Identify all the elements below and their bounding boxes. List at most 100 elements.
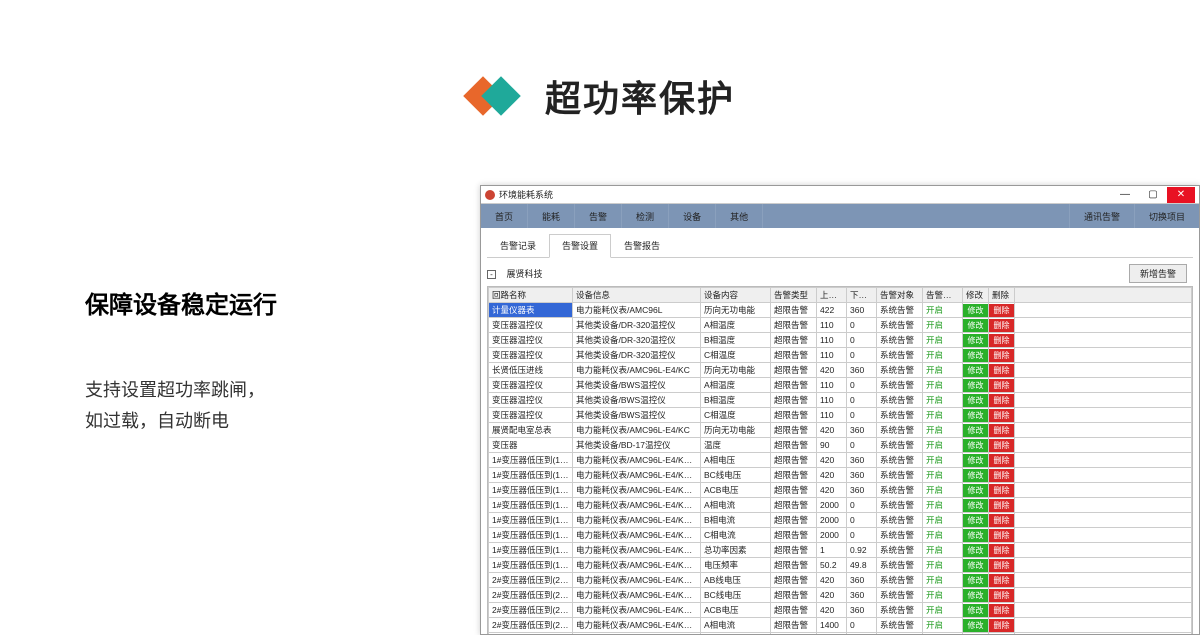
edit-button[interactable]: 修改 bbox=[963, 544, 988, 557]
edit-button[interactable]: 修改 bbox=[963, 319, 988, 332]
edit-button[interactable]: 修改 bbox=[963, 514, 988, 527]
table-row[interactable]: 1#变压器低压到(1AA1)电力能耗仪表/AMC96L-E4/KC贯惠率A相电流… bbox=[489, 498, 1192, 513]
cell: 系统告警 bbox=[877, 558, 923, 573]
delete-button[interactable]: 删除 bbox=[989, 349, 1014, 362]
toolbar-btn-3[interactable]: 检测 bbox=[622, 204, 669, 228]
edit-button[interactable]: 修改 bbox=[963, 394, 988, 407]
table-row[interactable]: 变压器温控仪其他类设备/BWS温控仪C相温度超限告警1100系统告警开启修改删除 bbox=[489, 408, 1192, 423]
cell: 360 bbox=[847, 453, 877, 468]
col-header-5[interactable]: 下限值 bbox=[847, 288, 877, 303]
delete-button[interactable]: 删除 bbox=[989, 334, 1014, 347]
edit-button[interactable]: 修改 bbox=[963, 349, 988, 362]
delete-button[interactable]: 删除 bbox=[989, 559, 1014, 572]
delete-button[interactable]: 删除 bbox=[989, 574, 1014, 587]
table-row[interactable]: 计量仪器表电力能耗仪表/AMC96L历向无功电能超限告警422360系统告警开启… bbox=[489, 303, 1192, 318]
table-row[interactable]: 1#变压器低压到(1AA1)电力能耗仪表/AMC96L-E4/KC贯惠率BC线电… bbox=[489, 468, 1192, 483]
tab-0[interactable]: 告警记录 bbox=[487, 234, 549, 257]
edit-button[interactable]: 修改 bbox=[963, 424, 988, 437]
delete-button[interactable]: 删除 bbox=[989, 484, 1014, 497]
toolbar-btn-4[interactable]: 设备 bbox=[669, 204, 716, 228]
edit-button[interactable]: 修改 bbox=[963, 529, 988, 542]
edit-button[interactable]: 修改 bbox=[963, 439, 988, 452]
edit-button[interactable]: 修改 bbox=[963, 604, 988, 617]
table-row[interactable]: 变压器温控仪其他类设备/BWS温控仪B相温度超限告警1100系统告警开启修改删除 bbox=[489, 393, 1192, 408]
col-header-1[interactable]: 设备信息 bbox=[573, 288, 701, 303]
delete-button[interactable]: 删除 bbox=[989, 304, 1014, 317]
edit-button[interactable]: 修改 bbox=[963, 619, 988, 632]
edit-button[interactable]: 修改 bbox=[963, 559, 988, 572]
edit-button[interactable]: 修改 bbox=[963, 304, 988, 317]
table-row[interactable]: 2#变压器低压到(2AA1)电力能耗仪表/AMC96L-E4/KC贯惠率A相电流… bbox=[489, 618, 1192, 633]
table-row[interactable]: 1#变压器低压到(1AA1)电力能耗仪表/AMC96L-E4/KC贯惠率电压频率… bbox=[489, 558, 1192, 573]
delete-button[interactable]: 删除 bbox=[989, 364, 1014, 377]
col-header-7[interactable]: 告警开启 bbox=[923, 288, 963, 303]
table-row[interactable]: 1#变压器低压到(1AA1)电力能耗仪表/AMC96L-E4/KC贯惠率B相电流… bbox=[489, 513, 1192, 528]
delete-button[interactable]: 删除 bbox=[989, 499, 1014, 512]
delete-button[interactable]: 删除 bbox=[989, 619, 1014, 632]
table-row[interactable]: 变压器其他类设备/BD-17温控仪温度超限告警900系统告警开启修改删除 bbox=[489, 438, 1192, 453]
table-row[interactable]: 1#变压器低压到(1AA1)电力能耗仪表/AMC96L-E4/KC贯惠率ACB电… bbox=[489, 483, 1192, 498]
toolbar-btn-1[interactable]: 能耗 bbox=[528, 204, 575, 228]
edit-button[interactable]: 修改 bbox=[963, 364, 988, 377]
table-row[interactable]: 1#变压器低压到(1AA1)电力能耗仪表/AMC96L-E4/KC贯惠率A相电压… bbox=[489, 453, 1192, 468]
edit-button[interactable]: 修改 bbox=[963, 334, 988, 347]
edit-button[interactable]: 修改 bbox=[963, 484, 988, 497]
delete-button[interactable]: 删除 bbox=[989, 454, 1014, 467]
table-row[interactable]: 2#变压器低压到(2AA1)电力能耗仪表/AMC96L-E4/KC贯惠率AB线电… bbox=[489, 573, 1192, 588]
table-row[interactable]: 长贤低压进线电力能耗仪表/AMC96L-E4/KC历向无功电能超限告警42036… bbox=[489, 363, 1192, 378]
delete-button[interactable]: 删除 bbox=[989, 409, 1014, 422]
col-header-6[interactable]: 告警对象 bbox=[877, 288, 923, 303]
col-header-3[interactable]: 告警类型 bbox=[771, 288, 817, 303]
table-row[interactable]: 1#变压器低压到(1AA1)电力能耗仪表/AMC96L-E4/KC贯惠率总功率因… bbox=[489, 543, 1192, 558]
table-row[interactable]: 展贤配电室总表电力能耗仪表/AMC96L-E4/KC历向无功电能超限告警4203… bbox=[489, 423, 1192, 438]
toolbar-btn-5[interactable]: 其他 bbox=[716, 204, 763, 228]
delete-button[interactable]: 删除 bbox=[989, 544, 1014, 557]
delete-button[interactable]: 删除 bbox=[989, 379, 1014, 392]
table-row[interactable]: 1#变压器低压到(1AA1)电力能耗仪表/AMC96L-E4/KC贯惠率C相电流… bbox=[489, 528, 1192, 543]
delete-button[interactable]: 删除 bbox=[989, 394, 1014, 407]
close-button[interactable]: ✕ bbox=[1167, 187, 1195, 203]
tab-2[interactable]: 告警报告 bbox=[611, 234, 673, 257]
edit-button[interactable]: 修改 bbox=[963, 469, 988, 482]
col-header-0[interactable]: 回路名称 bbox=[489, 288, 573, 303]
toolbar-btn-2[interactable]: 告警 bbox=[575, 204, 622, 228]
toolbar-right-0[interactable]: 通讯告警 bbox=[1069, 204, 1134, 228]
delete-button[interactable]: 删除 bbox=[989, 589, 1014, 602]
tree-node[interactable]: - 展贤科技 bbox=[487, 267, 543, 280]
edit-button[interactable]: 修改 bbox=[963, 574, 988, 587]
delete-button[interactable]: 删除 bbox=[989, 529, 1014, 542]
col-header-4[interactable]: 上限值 bbox=[817, 288, 847, 303]
tree-collapse-icon[interactable]: - bbox=[487, 270, 496, 279]
col-header-2[interactable]: 设备内容 bbox=[701, 288, 771, 303]
edit-button[interactable]: 修改 bbox=[963, 409, 988, 422]
edit-button[interactable]: 修改 bbox=[963, 454, 988, 467]
minimize-button[interactable]: — bbox=[1111, 187, 1139, 203]
table-row[interactable]: 变压器温控仪其他类设备/BWS温控仪A相温度超限告警1100系统告警开启修改删除 bbox=[489, 378, 1192, 393]
col-header-8[interactable]: 修改 bbox=[963, 288, 989, 303]
delete-button[interactable]: 删除 bbox=[989, 319, 1014, 332]
cell: 系统告警 bbox=[877, 528, 923, 543]
cell: 其他类设备/BWS温控仪 bbox=[573, 408, 701, 423]
edit-button[interactable]: 修改 bbox=[963, 379, 988, 392]
delete-button[interactable]: 删除 bbox=[989, 604, 1014, 617]
edit-button[interactable]: 修改 bbox=[963, 589, 988, 602]
toolbar-right-1[interactable]: 切换项目 bbox=[1134, 204, 1199, 228]
table-row[interactable]: 变压器温控仪其他类设备/DR-320温控仪A相温度超限告警1100系统告警开启修… bbox=[489, 318, 1192, 333]
table-row[interactable]: 2#变压器低压到(2AA1)电力能耗仪表/AMC96L-E4/KC贯惠率BC线电… bbox=[489, 588, 1192, 603]
maximize-button[interactable]: ▢ bbox=[1139, 187, 1167, 203]
delete-button[interactable]: 删除 bbox=[989, 439, 1014, 452]
col-header-9[interactable]: 删除 bbox=[989, 288, 1015, 303]
table-row[interactable]: 2#变压器低压到(2AA1)电力能耗仪表/AMC96L-E4/KC贯惠率ACB电… bbox=[489, 603, 1192, 618]
table-row[interactable]: 变压器温控仪其他类设备/DR-320温控仪B相温度超限告警1100系统告警开启修… bbox=[489, 333, 1192, 348]
delete-button[interactable]: 删除 bbox=[989, 424, 1014, 437]
delete-button[interactable]: 删除 bbox=[989, 514, 1014, 527]
delete-button[interactable]: 删除 bbox=[989, 469, 1014, 482]
table-row[interactable]: 变压器温控仪其他类设备/DR-320温控仪C相温度超限告警1100系统告警开启修… bbox=[489, 348, 1192, 363]
cell: 2000 bbox=[817, 498, 847, 513]
edit-button[interactable]: 修改 bbox=[963, 499, 988, 512]
page-title: 超功率保护 bbox=[545, 70, 735, 122]
toolbar-btn-0[interactable]: 首页 bbox=[481, 204, 528, 228]
cell: 其他类设备/DR-320温控仪 bbox=[573, 333, 701, 348]
add-alarm-button[interactable]: 新增告警 bbox=[1129, 264, 1187, 283]
tab-1[interactable]: 告警设置 bbox=[549, 234, 611, 258]
